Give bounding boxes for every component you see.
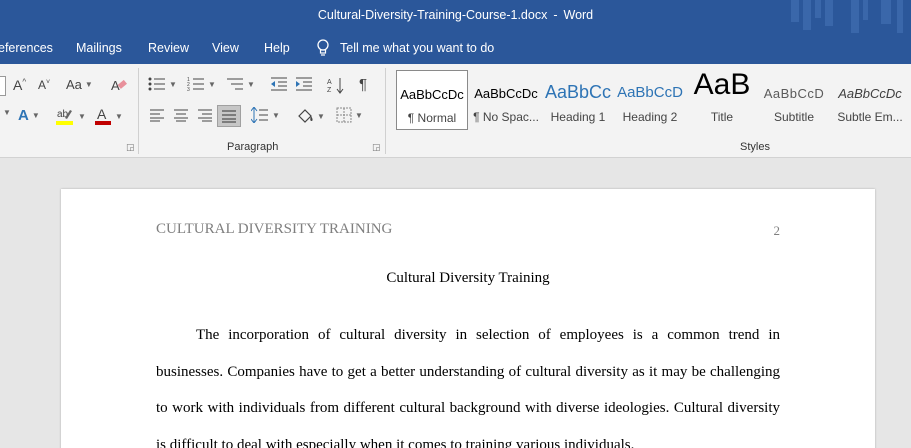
svg-text:A: A <box>327 79 332 86</box>
document-filename: Cultural-Diversity-Training-Course-1.doc… <box>317 8 548 22</box>
tab-view[interactable]: View <box>212 41 239 55</box>
style-name: ¶ No Spac... <box>473 110 539 124</box>
style-preview: AaBbCcDc <box>838 86 902 101</box>
numbering-button[interactable]: 1 2 3 ▼ <box>187 76 216 92</box>
sort-button[interactable]: AZ <box>327 76 345 94</box>
show-formatting-button[interactable]: ¶ <box>359 76 367 93</box>
bullets-button[interactable]: ▼ <box>148 76 177 92</box>
ribbon-tabs: eferences Mailings Review View Help Tell… <box>0 33 911 64</box>
font-color-button[interactable]: A ▼ <box>94 106 123 126</box>
highlight-button[interactable]: ab ▼ <box>55 106 86 126</box>
style-preview: AaBbCcD <box>763 86 825 101</box>
document-title[interactable]: Cultural Diversity Training <box>156 270 780 287</box>
paragraph-group-label: Paragraph <box>227 141 279 153</box>
font-color-icon: A <box>95 106 111 125</box>
align-right-button[interactable] <box>197 108 213 122</box>
justify-button[interactable] <box>217 105 241 127</box>
align-right-icon <box>198 109 212 122</box>
sort-icon: AZ <box>327 78 344 94</box>
decrease-indent-icon <box>271 77 287 91</box>
style-preview: AaBbCcDc <box>400 87 464 102</box>
style-no-spacing[interactable]: AaBbCcDc ¶ No Spac... <box>470 70 542 130</box>
svg-text:3: 3 <box>187 87 190 92</box>
style-name: Subtle Em... <box>837 110 903 124</box>
font-dialog-launcher-icon[interactable]: ◲ <box>126 142 135 153</box>
style-name: Heading 2 <box>622 110 678 124</box>
tab-references[interactable]: eferences <box>0 41 53 55</box>
font-size-box[interactable] <box>0 76 6 96</box>
style-preview: AaBbCcD <box>617 84 683 101</box>
clear-formatting-icon: A <box>111 78 127 93</box>
style-subtle-emphasis[interactable]: AaBbCcDc Subtle Em... <box>830 70 910 130</box>
text-effects-icon: A <box>18 107 29 124</box>
document-page[interactable]: CULTURAL DIVERSITY TRAINING 2 Cultural D… <box>61 189 875 448</box>
style-preview: AaB <box>693 68 751 101</box>
title-separator: - <box>553 8 558 22</box>
paint-bucket-icon <box>298 109 313 123</box>
borders-icon <box>336 107 352 123</box>
group-separator <box>138 68 139 154</box>
style-name: Heading 1 <box>550 110 606 124</box>
justify-icon <box>222 110 236 123</box>
borders-button[interactable]: ▼ <box>336 107 363 123</box>
style-title[interactable]: AaB Title <box>686 68 758 130</box>
align-center-icon <box>174 109 188 122</box>
style-preview: AaBbCcDc <box>474 86 538 101</box>
lightbulb-icon <box>317 39 329 56</box>
align-left-button[interactable] <box>149 108 165 122</box>
text-effects-button[interactable]: A ▼ <box>18 107 40 124</box>
grow-font-icon: A^ <box>13 77 27 93</box>
style-normal[interactable]: AaBbCcDc ¶ Normal <box>396 70 468 130</box>
change-case-button[interactable]: Aa ▼ <box>66 77 93 92</box>
tab-help[interactable]: Help <box>264 41 290 55</box>
shrink-font-icon: A˅ <box>38 78 51 92</box>
style-preview: AaBbCc <box>544 82 612 102</box>
pilcrow-icon: ¶ <box>359 76 368 93</box>
style-subtitle[interactable]: AaBbCcD Subtitle <box>758 70 830 130</box>
decrease-indent-button[interactable] <box>270 76 288 92</box>
style-heading-2[interactable]: AaBbCcD Heading 2 <box>614 70 686 130</box>
style-heading-1[interactable]: AaBbCc Heading 1 <box>542 70 614 130</box>
svg-text:A: A <box>97 106 107 122</box>
line-spacing-button[interactable]: ▼ <box>251 107 280 123</box>
styles-gallery: AaBbCcDc ¶ Normal AaBbCcDc ¶ No Spac... … <box>396 68 911 132</box>
align-center-button[interactable] <box>173 108 189 122</box>
tell-me-label: Tell me what you want to do <box>340 41 495 55</box>
tab-review[interactable]: Review <box>148 41 189 55</box>
ribbon: A^ A˅ Aa ▼ A ▼ A ▼ ab ▼ A ▼ ◲ ▼ 1 2 3 ▼ … <box>0 64 911 158</box>
window-title: Cultural-Diversity-Training-Course-1.doc… <box>0 8 911 22</box>
line-spacing-icon <box>251 107 268 123</box>
title-bar: Cultural-Diversity-Training-Course-1.doc… <box>0 0 911 33</box>
app-name: Word <box>563 8 594 22</box>
svg-text:Z: Z <box>327 87 332 94</box>
align-left-icon <box>150 109 164 122</box>
group-separator <box>385 68 386 154</box>
numbering-icon: 1 2 3 <box>187 77 204 92</box>
increase-indent-button[interactable] <box>295 76 313 92</box>
page-number: 2 <box>773 223 781 238</box>
change-case-icon: Aa <box>66 77 82 92</box>
text-effects-dropdown[interactable]: ▼ <box>0 108 11 117</box>
style-name: Title <box>710 110 734 124</box>
styles-group-label: Styles <box>740 141 770 153</box>
shading-button[interactable]: ▼ <box>296 107 325 125</box>
paragraph-dialog-launcher-icon[interactable]: ◲ <box>372 142 381 153</box>
tell-me-box[interactable]: Tell me what you want to do <box>316 39 494 57</box>
style-name: Subtitle <box>773 110 815 124</box>
shrink-font-button[interactable]: A˅ <box>38 78 50 92</box>
bullets-icon <box>148 77 165 91</box>
grow-font-button[interactable]: A^ <box>13 77 26 93</box>
style-name: ¶ Normal <box>407 111 457 125</box>
body-paragraph[interactable]: The incorporation of cultural diversity … <box>156 317 780 448</box>
document-canvas[interactable]: CULTURAL DIVERSITY TRAINING 2 Cultural D… <box>0 158 911 448</box>
tab-mailings[interactable]: Mailings <box>76 41 122 55</box>
increase-indent-icon <box>296 77 312 91</box>
running-header: CULTURAL DIVERSITY TRAINING <box>156 221 393 237</box>
multilevel-list-icon <box>227 78 243 90</box>
multilevel-list-button[interactable]: ▼ <box>226 76 255 92</box>
title-bar-decoration <box>791 0 903 33</box>
highlight-icon: ab <box>56 109 73 125</box>
clear-formatting-button[interactable]: A <box>110 76 128 94</box>
